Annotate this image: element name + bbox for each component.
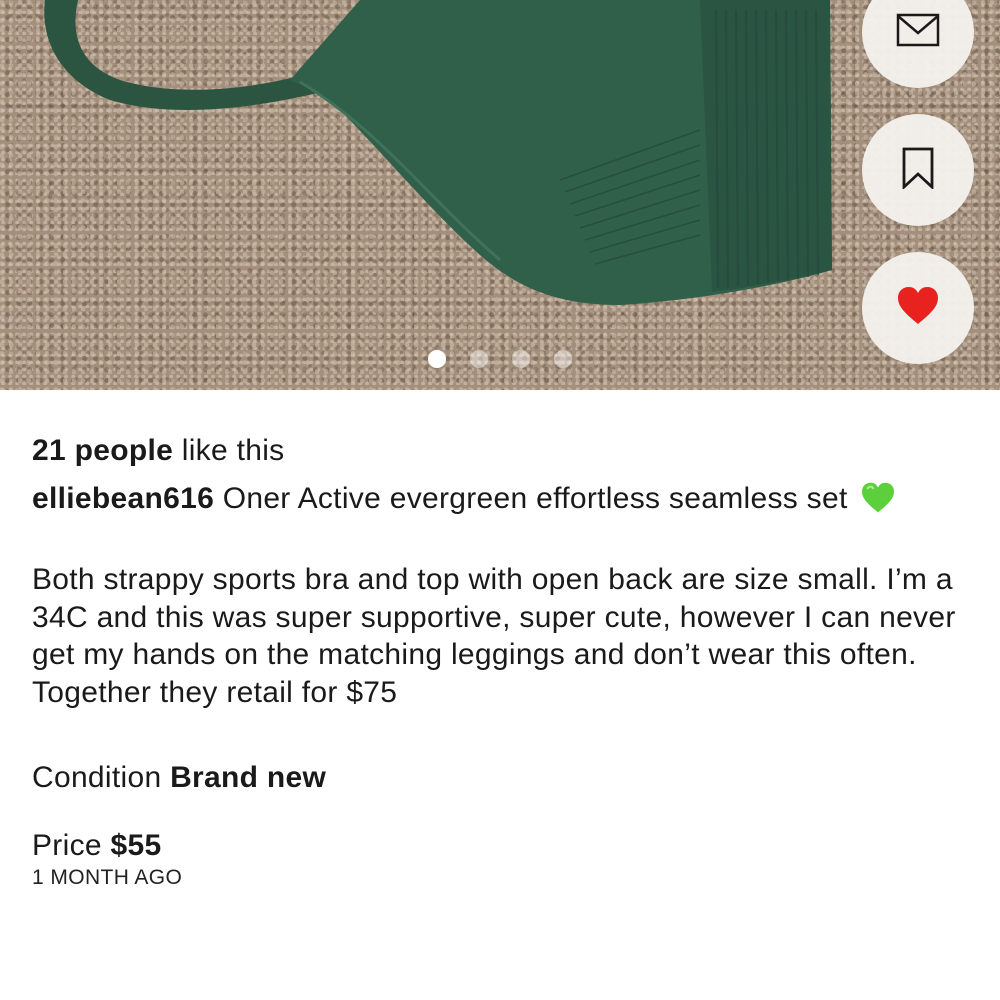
likes-suffix: like this xyxy=(181,434,285,467)
condition-label: Condition xyxy=(32,761,162,794)
price-value: $55 xyxy=(110,828,162,862)
username-link[interactable]: elliebean616 xyxy=(32,482,214,515)
save-button[interactable] xyxy=(862,114,974,226)
condition-row: Condition Brand new xyxy=(32,759,962,797)
listing-title: Oner Active evergreen effortless seamles… xyxy=(222,481,848,515)
like-button[interactable] xyxy=(862,252,974,364)
listing-description: Both strappy sports bra and top with ope… xyxy=(32,563,956,709)
listing-caption: elliebean616 Oner Active evergreen effor… xyxy=(32,480,962,524)
condition-value: Brand new xyxy=(170,761,327,794)
carousel-dot[interactable] xyxy=(470,350,488,368)
carousel-dot[interactable] xyxy=(512,350,530,368)
likes-count[interactable]: 21 people xyxy=(32,434,173,467)
listing-page: 21 people like this elliebean616 Oner Ac… xyxy=(0,0,1000,1000)
green-heart-icon xyxy=(860,482,896,524)
likes-line: 21 people like this xyxy=(32,432,962,470)
listing-photo[interactable] xyxy=(0,0,1000,390)
carousel-dot[interactable] xyxy=(554,350,572,368)
heart-icon xyxy=(896,286,940,331)
price-row: Price $55 xyxy=(32,827,962,865)
envelope-icon xyxy=(896,13,940,52)
listing-details: 21 people like this elliebean616 Oner Ac… xyxy=(32,432,962,892)
bookmark-icon xyxy=(901,147,935,194)
price-label: Price xyxy=(32,828,102,862)
garment-image xyxy=(44,0,832,305)
carousel-dot-active[interactable] xyxy=(428,350,446,368)
carousel-indicator xyxy=(428,350,572,368)
posted-timestamp: 1 MONTH AGO xyxy=(32,866,183,889)
